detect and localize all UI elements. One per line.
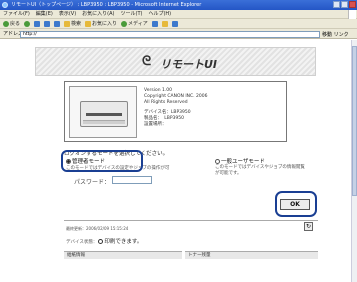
search-icon	[64, 20, 71, 27]
paper-info-header: 給紙情報	[64, 251, 182, 259]
toner-header: トナー残量	[185, 251, 318, 259]
home-icon	[54, 20, 61, 27]
mail-icon	[161, 20, 168, 27]
menu-edit[interactable]: 編集(E)	[36, 10, 53, 18]
forward-arrow-icon	[24, 20, 31, 27]
last-update-text: 最終更新：2006/02/09 15:15:24	[66, 226, 129, 231]
user-mode-description: このモードではデバイスやジョブの情報閲覧が可能です。	[215, 165, 305, 176]
password-input[interactable]	[112, 176, 152, 184]
mail-button[interactable]	[161, 19, 168, 28]
print-button[interactable]	[171, 19, 178, 28]
device-status-label: デバイス状態：	[66, 240, 98, 245]
printer-icon	[80, 101, 128, 127]
status-indicator-icon	[98, 239, 104, 244]
links-label: リンク	[333, 32, 349, 38]
search-button[interactable]: 検索	[64, 19, 81, 28]
minimize-button[interactable]	[333, 1, 340, 8]
menu-favorites[interactable]: お気に入り(A)	[82, 10, 114, 18]
location: 設置場所：	[144, 122, 167, 127]
device-status-value: 印刷できます。	[104, 239, 143, 245]
forward-button[interactable]	[24, 19, 31, 28]
remote-ui-logo-icon: ᘓ	[142, 54, 152, 69]
page-content: ᘓ リモートUI Version 1.00 Copyright CANON IN…	[0, 40, 351, 282]
remote-ui-banner: ᘓ リモートUI	[35, 47, 316, 76]
address-input[interactable]: http://	[20, 31, 320, 38]
admin-mode-highlight	[61, 150, 143, 172]
user-mode-radio[interactable]	[215, 159, 220, 164]
banner-title: リモートUI	[160, 58, 218, 71]
menubar: ファイル(F) 編集(E) 表示(V) お気に入り(A) ツール(T) ヘルプ(…	[0, 10, 357, 19]
home-button[interactable]	[54, 19, 61, 28]
back-label: 戻る	[10, 20, 21, 27]
user-mode-option[interactable]: 一般ユーザモード	[215, 157, 265, 165]
history-button[interactable]	[151, 19, 158, 28]
menu-tools[interactable]: ツール(T)	[121, 10, 143, 18]
stop-button[interactable]	[34, 19, 41, 28]
go-label: 移動	[322, 32, 333, 38]
ok-button-highlight	[275, 191, 317, 217]
address-bar: アドレス(D) http:// 移動 リンク	[0, 29, 357, 39]
menu-view[interactable]: 表示(V)	[59, 10, 76, 18]
print-icon	[171, 20, 178, 27]
refresh-icon	[44, 20, 51, 27]
go-button[interactable]: 移動 リンク	[322, 30, 349, 40]
window-title: リモートUI（トップページ） : LBP3950 : LBP3950 - Mic…	[11, 2, 202, 8]
close-button[interactable]	[349, 1, 356, 8]
media-label: メディア	[128, 20, 148, 27]
refresh-button[interactable]	[44, 19, 51, 28]
star-icon	[85, 20, 92, 27]
media-button[interactable]: メディア	[121, 19, 148, 28]
back-arrow-icon	[3, 20, 9, 27]
printer-image	[69, 86, 137, 138]
media-icon	[121, 20, 128, 27]
vertical-scrollbar[interactable]	[351, 40, 357, 282]
windows-logo-icon	[348, 10, 356, 19]
password-label: パスワード：	[74, 179, 111, 186]
maximize-button[interactable]	[341, 1, 348, 8]
favorites-label: お気に入り	[92, 20, 118, 27]
search-label: 検索	[71, 20, 82, 27]
browser-icon	[2, 2, 8, 8]
toolbar: 戻る 検索 お気に入り メディア	[0, 19, 357, 29]
device-info-panel: Version 1.00 Copyright CANON INC. 2006 A…	[64, 81, 287, 142]
favorites-button[interactable]: お気に入り	[85, 19, 117, 28]
history-icon	[151, 20, 158, 27]
back-button[interactable]: 戻る	[3, 19, 20, 28]
refresh-status-button[interactable]: ↻	[304, 222, 313, 231]
stop-icon	[34, 20, 41, 27]
menu-help[interactable]: ヘルプ(H)	[148, 10, 171, 18]
status-divider	[64, 220, 318, 221]
device-status: デバイス状態： 印刷できます。	[66, 237, 142, 245]
menu-file[interactable]: ファイル(F)	[3, 10, 30, 18]
window-titlebar: リモートUI（トップページ） : LBP3950 : LBP3950 - Mic…	[0, 0, 357, 10]
scrollbar-thumb[interactable]	[352, 46, 357, 196]
